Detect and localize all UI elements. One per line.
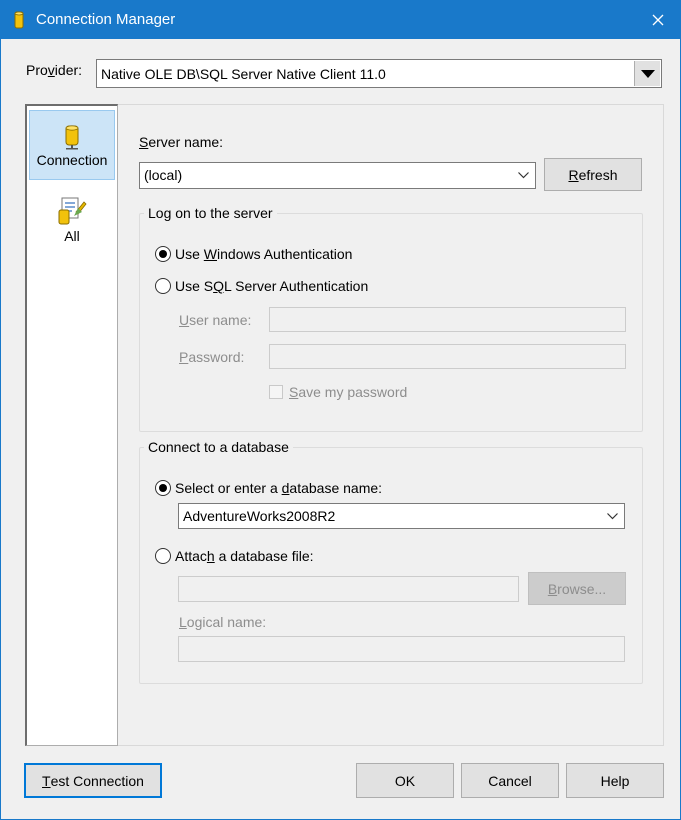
window-title: Connection Manager [36, 11, 176, 28]
username-label: User name: [179, 312, 252, 328]
save-password-checkbox[interactable] [269, 385, 283, 399]
server-name-value: (local) [144, 167, 183, 183]
provider-select[interactable]: Native OLE DB\SQL Server Native Client 1… [96, 59, 662, 88]
provider-label: Provider: [26, 62, 83, 78]
nav-item-connection-label: Connection [36, 152, 108, 168]
refresh-button[interactable]: Refresh [544, 158, 642, 191]
database-name-value: AdventureWorks2008R2 [183, 508, 336, 524]
triangle-down-icon [640, 69, 655, 78]
properties-icon [58, 197, 87, 225]
chevron-down-icon[interactable] [607, 504, 618, 528]
logical-name-input[interactable] [178, 636, 625, 662]
password-input[interactable] [269, 344, 626, 369]
provider-dropdown-button[interactable] [634, 61, 660, 86]
database-file-input[interactable] [178, 576, 519, 602]
help-button[interactable]: Help [566, 763, 664, 798]
database-group-title: Connect to a database [144, 439, 293, 455]
chevron-down-icon[interactable] [518, 163, 529, 188]
cancel-button[interactable]: Cancel [461, 763, 559, 798]
database-icon [14, 11, 24, 29]
select-database-radio[interactable] [155, 480, 171, 496]
provider-value: Native OLE DB\SQL Server Native Client 1… [101, 66, 386, 82]
nav-item-all-label: All [64, 228, 80, 244]
ok-button[interactable]: OK [356, 763, 454, 798]
select-database-label: Select or enter a database name: [175, 480, 383, 496]
nav-item-all[interactable]: All [29, 194, 115, 254]
windows-auth-label: Use Windows Authentication [175, 246, 353, 262]
password-label: Password: [179, 349, 245, 365]
database-name-combo[interactable]: AdventureWorks2008R2 [178, 503, 625, 529]
username-input[interactable] [269, 307, 626, 332]
attach-database-radio[interactable] [155, 548, 171, 564]
logical-name-label: Logical name: [179, 614, 267, 630]
attach-database-label: Attach a database file: [175, 548, 314, 564]
title-bar[interactable]: Connection Manager [1, 1, 680, 39]
save-password-label: Save my password [289, 384, 408, 400]
windows-auth-radio[interactable] [155, 246, 171, 262]
nav-item-connection[interactable]: Connection [29, 110, 115, 180]
logon-group-title: Log on to the server [144, 205, 277, 221]
connection-manager-window: Connection Manager Provider: Native OLE … [0, 0, 681, 820]
server-name-label: Server name: [139, 134, 224, 150]
browse-button[interactable]: Browse... [528, 572, 626, 605]
sql-auth-label: Use SQL Server Authentication [175, 278, 369, 294]
page-navigator: Connection All [25, 104, 118, 746]
sql-auth-radio[interactable] [155, 278, 171, 294]
database-icon [65, 125, 79, 150]
close-icon [652, 14, 664, 26]
test-connection-button[interactable]: Test Connection [24, 763, 162, 798]
server-name-combo[interactable]: (local) [139, 162, 536, 189]
close-button[interactable] [636, 1, 680, 39]
